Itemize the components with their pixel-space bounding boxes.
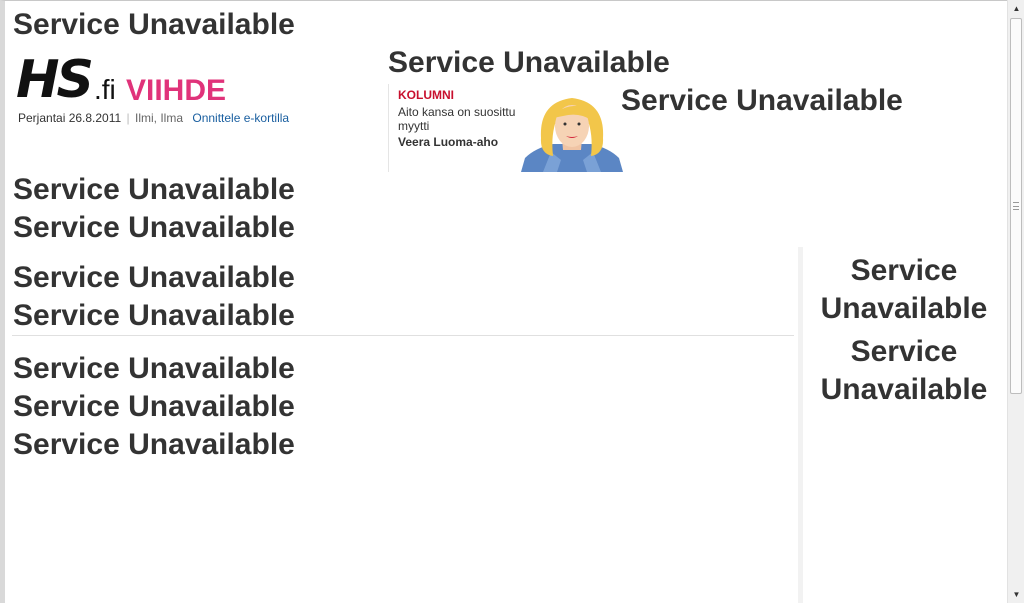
author-portrait <box>521 98 623 172</box>
column-teaser[interactable]: KOLUMNI Aito kansa on suosittu myytti Ve… <box>388 84 623 172</box>
sidebar-error-b: Service Unavailable <box>820 335 988 406</box>
sidebar-divider <box>798 247 803 603</box>
logo-hs: HS <box>16 50 94 110</box>
error-block2-a: Service Unavailable <box>13 261 295 294</box>
error-block3-a: Service Unavailable <box>13 352 295 385</box>
logo-fi: .fi <box>94 74 116 105</box>
error-heading-top: Service Unavailable <box>13 8 295 41</box>
weather-text: Ilmi, Ilma <box>135 111 184 125</box>
section-divider <box>12 335 794 336</box>
column-kicker: KOLUMNI <box>398 88 454 102</box>
scroll-down-icon[interactable]: ▼ <box>1008 586 1024 603</box>
scrollbar-thumb[interactable] <box>1010 18 1022 394</box>
error-heading-mid: Service Unavailable <box>388 46 670 79</box>
hs-viihde-logo[interactable]: HS .fi VIIHDE <box>16 52 236 112</box>
dateline: Perjantai 26.8.2011 | Ilmi, Ilma Onnitte… <box>18 111 289 125</box>
date-text: Perjantai 26.8.2011 <box>18 111 122 125</box>
column-title[interactable]: Aito kansa on suosittu myytti <box>398 105 528 133</box>
error-block3-c: Service Unavailable <box>13 428 295 461</box>
logo-section: VIIHDE <box>126 74 227 107</box>
error-block1-a: Service Unavailable <box>13 173 295 206</box>
grip-icon <box>1013 202 1019 210</box>
separator: | <box>126 111 130 125</box>
scroll-up-icon[interactable]: ▲ <box>1008 0 1024 17</box>
error-block1-b: Service Unavailable <box>13 211 295 244</box>
ecard-link[interactable]: Onnittele e-kortilla <box>192 111 289 125</box>
error-heading-right: Service Unavailable <box>621 84 903 117</box>
error-block2-b: Service Unavailable <box>13 299 295 332</box>
error-block3-b: Service Unavailable <box>13 390 295 423</box>
column-author: Veera Luoma-aho <box>398 135 499 149</box>
vertical-scrollbar[interactable]: ▲ ▼ <box>1007 0 1024 603</box>
sidebar-error-a: Service Unavailable <box>820 254 988 325</box>
